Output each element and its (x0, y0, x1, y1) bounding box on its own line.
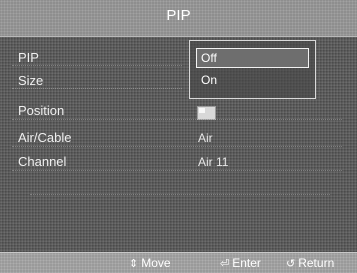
divider (30, 194, 330, 195)
footer-return: ↺ Return (286, 256, 334, 270)
divider (12, 119, 342, 120)
dropdown-option-off[interactable]: Off (196, 48, 309, 68)
divider (12, 146, 342, 147)
dropdown-option-on[interactable]: On (201, 73, 217, 87)
divider (12, 65, 182, 66)
footer-enter-label: Enter (232, 256, 261, 270)
menu-item-position[interactable]: Position (18, 103, 64, 118)
page-title: PIP (166, 7, 191, 24)
menu-item-channel[interactable]: Channel (18, 154, 66, 169)
air-cable-value: Air (198, 131, 213, 145)
updown-arrows-icon: ⇕ (129, 258, 139, 270)
tv-osd-screen: PIP PIP Size Position Air/Cable Air Chan… (0, 0, 357, 273)
footer-return-label: Return (298, 256, 335, 270)
enter-icon: ⏎ (220, 258, 230, 270)
menu-header: PIP (0, 0, 357, 37)
divider (12, 170, 342, 171)
channel-value: Air 11 (198, 155, 229, 169)
footer-enter: ⏎ Enter (220, 256, 261, 270)
divider (12, 88, 182, 89)
footer-move-label: Move (141, 256, 171, 270)
menu-item-size[interactable]: Size (18, 73, 43, 88)
position-preview-icon (197, 106, 216, 120)
footer-move: ⇕ Move (129, 256, 171, 270)
menu-item-pip[interactable]: PIP (18, 50, 39, 65)
footer-bar: ⇕ Move ⏎ Enter ↺ Return (0, 252, 357, 273)
menu-item-air-cable[interactable]: Air/Cable (18, 130, 71, 145)
pip-dropdown[interactable]: Off On (189, 40, 316, 99)
return-icon: ↺ (286, 258, 296, 270)
